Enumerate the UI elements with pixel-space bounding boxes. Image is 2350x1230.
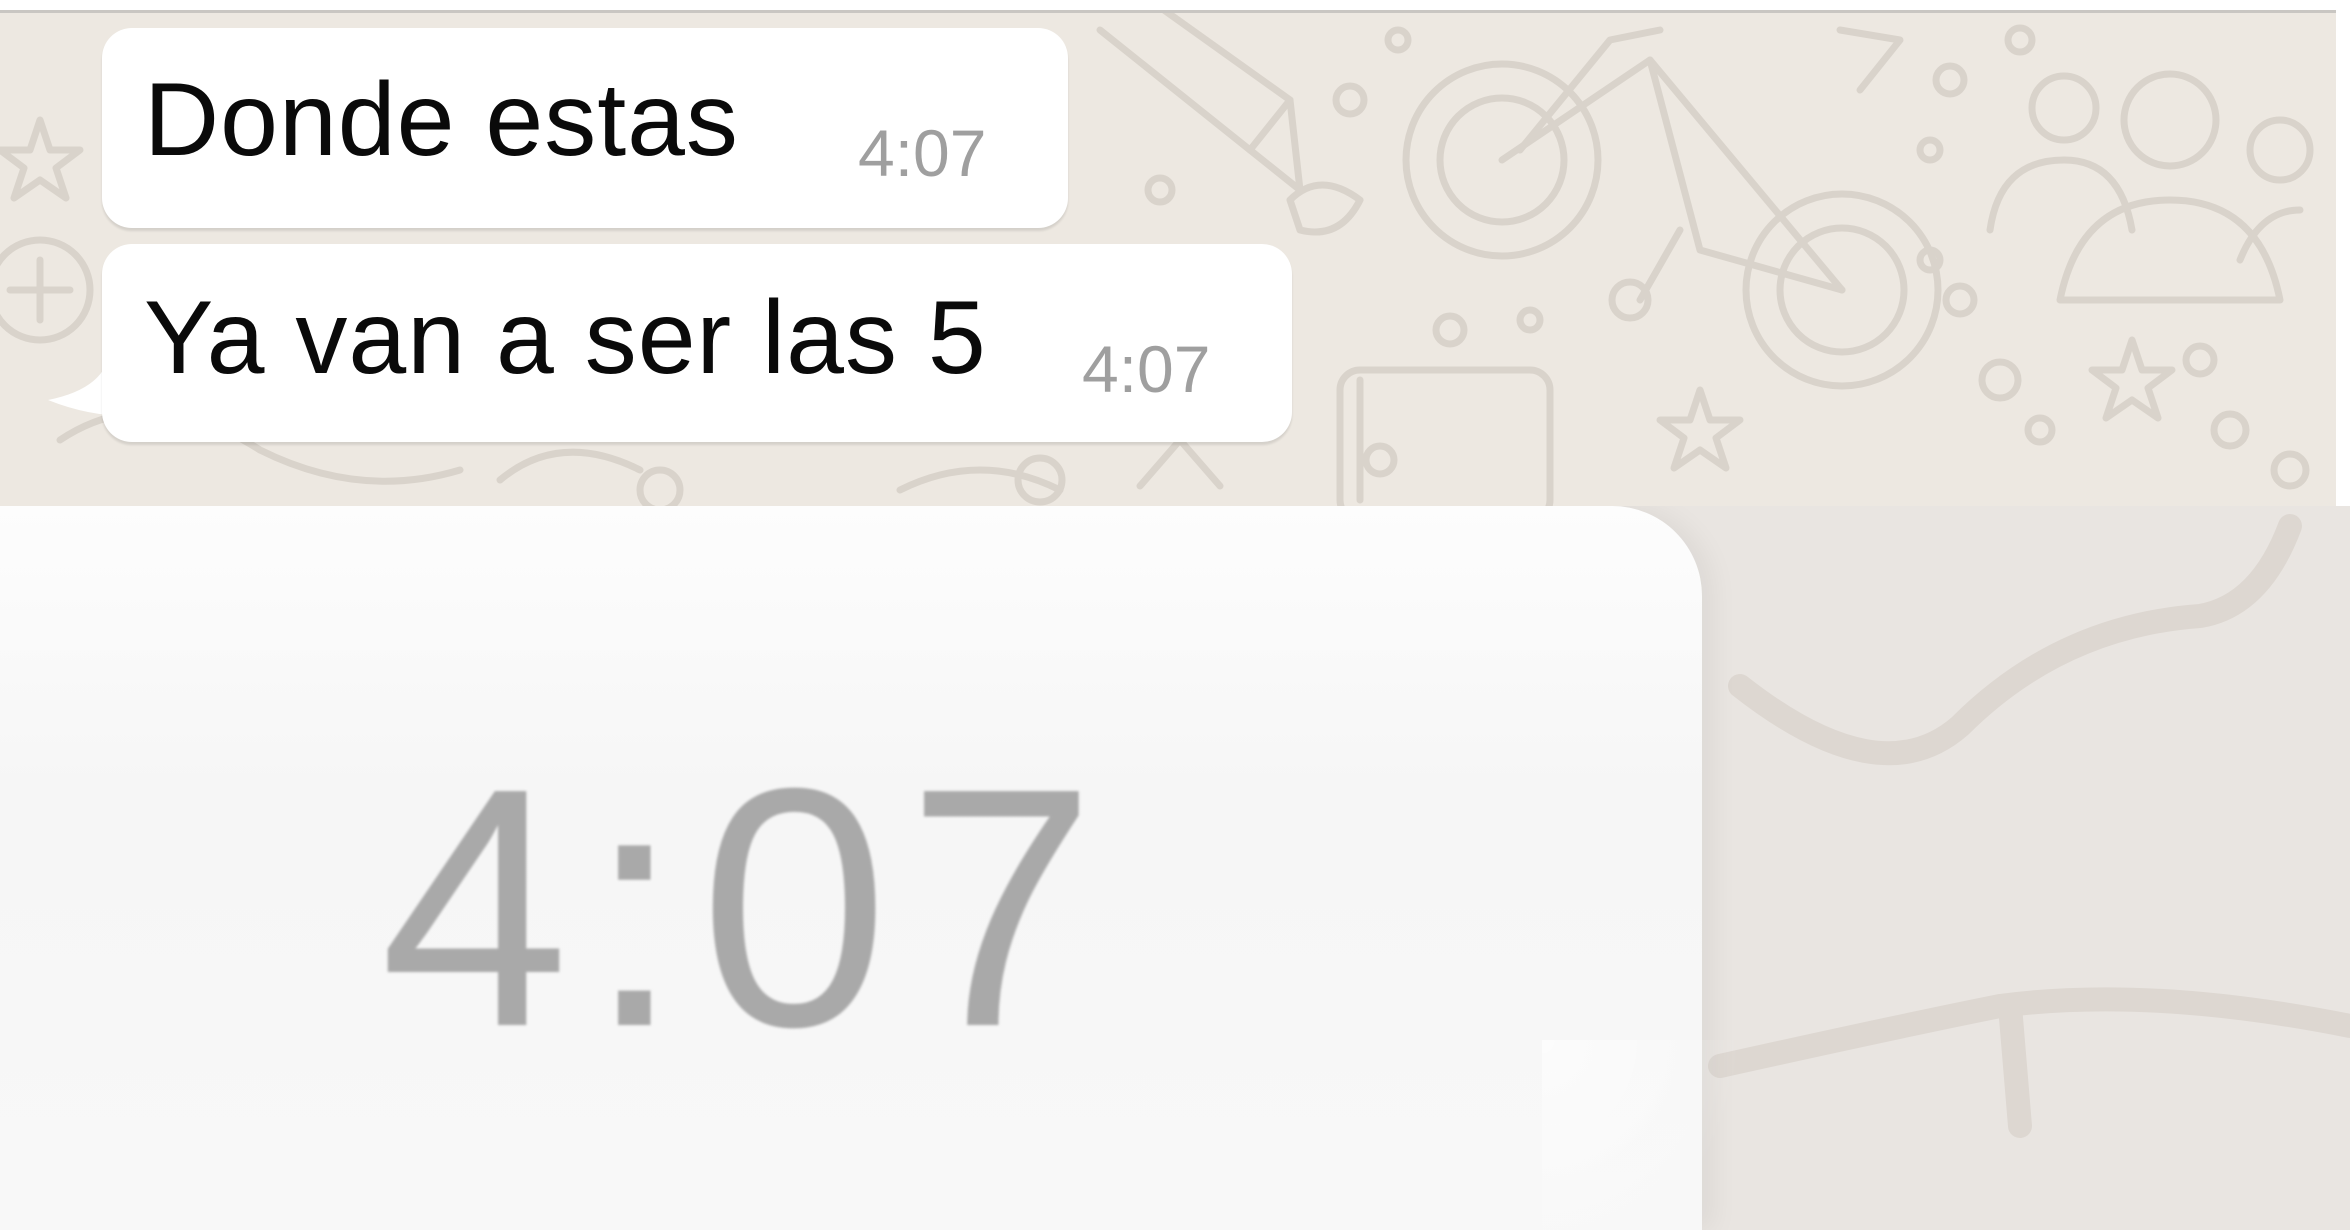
message-text: Ya van a ser las 5: [144, 280, 987, 396]
screenshot: Donde estas 4:07 Ya van a ser las 5 4:07…: [0, 0, 2350, 1230]
message-bubble[interactable]: Ya van a ser las 5 4:07: [102, 244, 1292, 442]
zoomed-timestamp-panel: 4:07: [0, 506, 2350, 1230]
top-border: [0, 0, 2350, 13]
zoomed-timestamp: 4:07: [380, 718, 1114, 1098]
message-bubble[interactable]: Donde estas 4:07: [102, 28, 1068, 228]
right-border: [2336, 0, 2350, 506]
chat-panel: Donde estas 4:07 Ya van a ser las 5 4:07: [0, 0, 2350, 506]
message-text: Donde estas: [144, 62, 739, 178]
message-timestamp: 4:07: [1082, 332, 1211, 406]
message-timestamp: 4:07: [858, 116, 987, 190]
